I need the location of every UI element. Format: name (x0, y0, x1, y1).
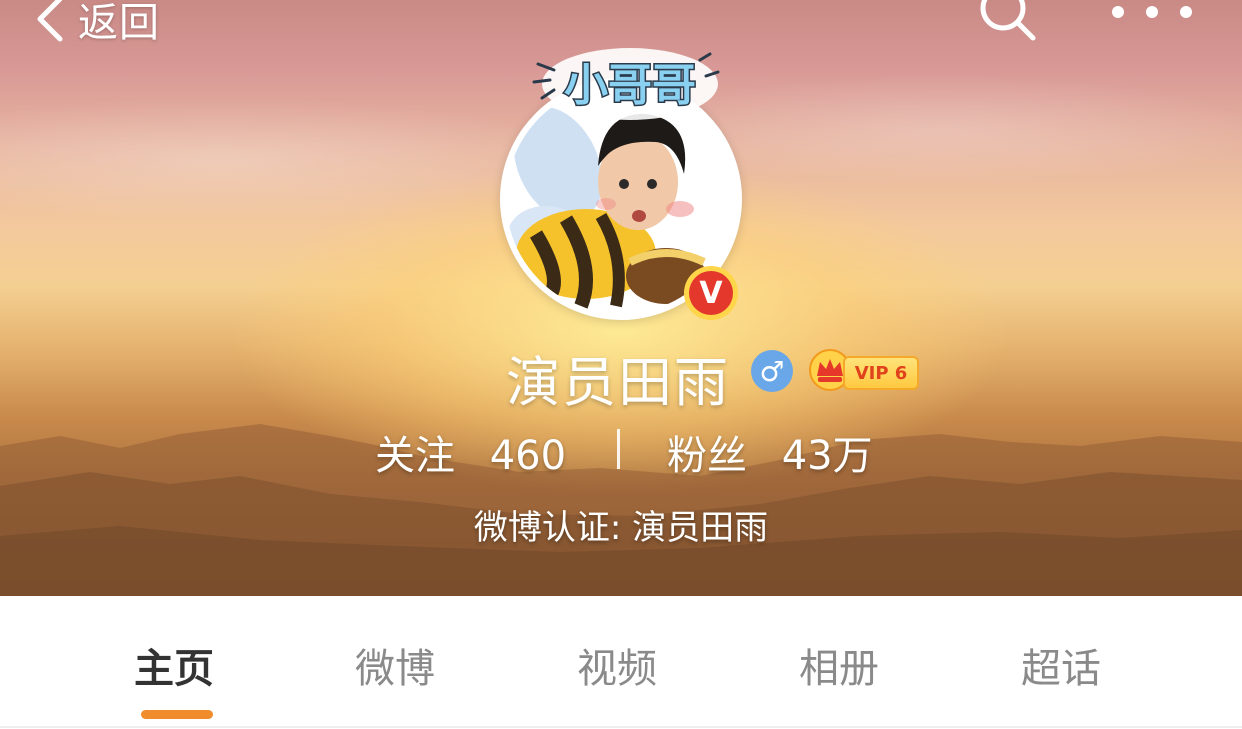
more-icon (1112, 6, 1124, 18)
tabs-divider (0, 726, 1242, 728)
fans-stat[interactable]: 粉丝 43万 (667, 423, 873, 481)
fans-count: 43万 (781, 433, 873, 479)
more-button[interactable] (1112, 0, 1192, 30)
fans-label: 粉丝 (667, 433, 747, 479)
back-button[interactable]: 返回 (32, 0, 160, 48)
vip-badge[interactable]: VIP 6 (808, 348, 919, 396)
follow-label: 关注 (375, 433, 455, 479)
search-button[interactable] (975, 0, 1041, 44)
male-icon: ♂ (751, 350, 793, 392)
more-icon-dot (1180, 6, 1192, 18)
verified-v-icon: V (689, 271, 733, 315)
sticker-text: 小哥哥 (564, 60, 696, 111)
follow-count: 460 (489, 433, 567, 479)
more-icon-dot (1146, 6, 1158, 18)
back-label: 返回 (78, 0, 160, 46)
tab-home[interactable]: 主页 (134, 636, 214, 694)
stats-divider: | (617, 429, 620, 469)
active-tab-indicator (141, 710, 213, 719)
stats-row: 关注 460 | 粉丝 43万 (0, 423, 1242, 479)
name-row: 演员田雨 ♂ VIP 6 (0, 338, 1242, 414)
tab-weibo[interactable]: 微博 (355, 636, 435, 694)
vip-level-label: VIP 6 (843, 356, 919, 390)
profile-tabs: 主页 微博 视频 相册 超话 (0, 596, 1242, 729)
chevron-left-icon (37, 0, 63, 42)
verified-badge: V (684, 266, 738, 320)
tab-super-topic[interactable]: 超话 (1021, 636, 1101, 694)
search-icon (980, 0, 1036, 41)
avatar-sticker: 小哥哥 (520, 42, 725, 132)
tab-video[interactable]: 视频 (577, 636, 657, 694)
follow-stat[interactable]: 关注 460 (375, 423, 566, 481)
profile-name: 演员田雨 (506, 351, 730, 414)
tab-album[interactable]: 相册 (799, 636, 879, 694)
verification-text: 微博认证: 演员田雨 (473, 508, 769, 548)
